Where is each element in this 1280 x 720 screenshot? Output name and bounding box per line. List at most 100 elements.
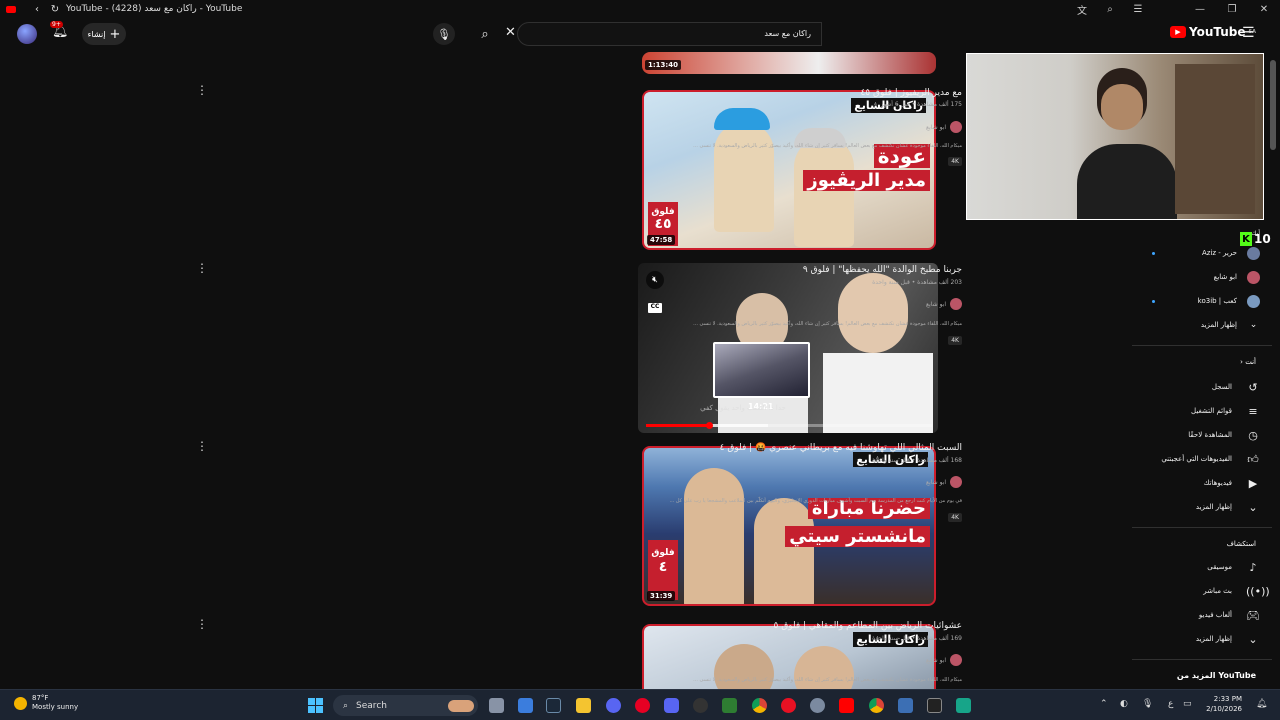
video-preview-player[interactable]: 🔇︎ CC 14:21 حدا ذا النسب واحد يقول كفي — [638, 263, 938, 433]
gaming-icon: 🎮︎ — [1246, 608, 1260, 622]
settings-icon[interactable] — [810, 698, 825, 713]
search-icon[interactable]: ⌕ — [470, 22, 500, 46]
weather-widget[interactable]: 87°F Mostly sunny — [14, 694, 78, 712]
webcam-overlay — [966, 53, 1264, 220]
app-green-icon[interactable] — [722, 698, 737, 713]
channel-avatar — [950, 476, 962, 488]
clear-search-icon[interactable]: ✕ — [505, 25, 516, 40]
channel-link[interactable]: ابو شابع — [926, 476, 962, 488]
youtube-app-icon[interactable] — [839, 698, 854, 713]
widgets-icon[interactable] — [518, 698, 533, 713]
input-language[interactable]: ع — [1168, 699, 1173, 709]
divider — [1132, 659, 1272, 660]
video-meta: 168 ألف مشاهدة • قبل سنة واحدة — [872, 457, 962, 464]
chevron-down-icon: ⌄ — [1249, 320, 1258, 330]
menu-icon[interactable]: ☰ — [1122, 0, 1154, 18]
sidebar-item-explore-more[interactable]: إظهار المزيد ⌄ — [1140, 628, 1260, 650]
refresh-icon[interactable]: ↻ — [48, 2, 62, 16]
github-icon[interactable] — [693, 698, 708, 713]
maximize-button[interactable]: ❐ — [1216, 0, 1248, 18]
chrome-icon[interactable] — [752, 698, 767, 713]
sidebar-item-history[interactable]: السجل ↺ — [1140, 376, 1260, 398]
pinterest-icon[interactable] — [635, 698, 650, 713]
avatar[interactable] — [17, 24, 37, 44]
sidebar-item-show-more[interactable]: إظهار المزيد ⌄ — [1140, 496, 1260, 518]
progress-track[interactable] — [646, 422, 932, 429]
sidebar-item-playlists[interactable]: قوائم التشغيل ≡ — [1140, 400, 1260, 422]
video-title[interactable]: مع مدير الريفيوز | فلوق ٤٥ — [860, 88, 962, 98]
video-title[interactable]: عشوائيات الرياض بين المطاعم والمقاهي | ف… — [774, 621, 962, 631]
windows-start-icon[interactable] — [308, 698, 323, 713]
divider — [1132, 345, 1272, 346]
channel-link[interactable]: ابو شابع — [926, 121, 962, 133]
vpn-shield-icon[interactable] — [898, 698, 913, 713]
channel-link[interactable]: ابو شابع — [926, 654, 962, 666]
divider — [1132, 527, 1272, 528]
playlist-icon: ≡ — [1248, 404, 1258, 418]
video-title[interactable]: السبت المثالي اللي تهاوشنا فيه مع بريطان… — [720, 443, 962, 453]
epic-games-icon[interactable] — [927, 698, 942, 713]
chrome-alt-icon[interactable] — [869, 698, 884, 713]
sidebar-item-your-videos[interactable]: فيديوهاتك ▶ — [1140, 472, 1260, 494]
tray-mic-icon[interactable]: 🎙︎ — [1142, 699, 1153, 709]
taskbar-clock[interactable]: 2:33 PM 2/10/2026 — [1200, 694, 1242, 714]
youtube-play-icon: ▶ — [1170, 26, 1186, 38]
sidebar-item-live[interactable]: بث مباشر ((•)) — [1140, 580, 1269, 602]
create-button[interactable]: إنشاء + — [82, 23, 126, 45]
channel-avatar — [1247, 246, 1260, 260]
sidebar-item-watch-later[interactable]: المشاهدة لاحقًا ◷ — [1140, 424, 1260, 446]
video-description: ميكام الله، اللقاء موجودة عشان نكتشف مع … — [693, 321, 962, 327]
progress-buffer — [710, 424, 768, 427]
discord-icon[interactable] — [606, 698, 621, 713]
new-content-dot — [1152, 251, 1155, 255]
sun-icon — [14, 696, 27, 710]
media-player-icon[interactable] — [781, 698, 796, 713]
file-explorer-icon[interactable] — [576, 698, 591, 713]
captions-icon[interactable]: CC — [648, 303, 662, 313]
progress-fill — [646, 424, 710, 427]
back-icon[interactable]: ‹ — [30, 2, 44, 16]
notifications-bell-icon[interactable]: 🔔︎ 9+ — [50, 21, 69, 39]
browser-titlebar: ‹ ↻ YouTube - (4228) راكان مع سعد - YouT… — [0, 0, 1280, 18]
more-actions-icon[interactable]: ⋮ — [196, 439, 208, 453]
more-actions-icon[interactable]: ⋮ — [196, 261, 208, 275]
close-button[interactable]: ✕ — [1248, 0, 1280, 18]
scrollbar[interactable] — [1270, 60, 1276, 150]
task-view-icon[interactable] — [489, 698, 504, 713]
video-description: ميكام الله، اللقاء موجودة عشان نكتشف مع … — [693, 677, 962, 683]
xbox-app-icon[interactable] — [956, 698, 971, 713]
subscription-item[interactable]: ko3ib | كعب — [1140, 290, 1260, 312]
network-icon[interactable]: ▭ — [1183, 699, 1192, 709]
guide-menu-icon[interactable]: ☰ — [1242, 25, 1255, 41]
discord-alt-icon[interactable] — [664, 698, 679, 713]
steam-icon[interactable] — [546, 698, 561, 713]
tray-app-icon[interactable]: ◐ — [1120, 699, 1128, 709]
taskbar-search[interactable]: ⌕ Search — [333, 695, 478, 716]
more-actions-icon[interactable]: ⋮ — [196, 83, 208, 97]
video-thumbnail-prev[interactable]: 1:13:40 — [642, 52, 936, 74]
video-thumbnail[interactable]: راكان الشايع عودة مدير الريڤيوز فلوق ٤٥ 4… — [642, 90, 936, 250]
subscription-item[interactable]: ابو شابع — [1140, 266, 1260, 288]
more-actions-icon[interactable]: ⋮ — [196, 617, 208, 631]
search-icon: ⌕ — [343, 700, 349, 711]
subscription-item[interactable]: Aziz - حرير — [1140, 242, 1260, 264]
mute-icon[interactable]: 🔇︎ — [646, 271, 664, 289]
tray-chevron-icon[interactable]: ⌃ — [1100, 699, 1108, 709]
channel-link[interactable]: ابو شابع — [926, 298, 962, 310]
thumb-up-icon: 👍︎ — [1247, 452, 1259, 466]
show-more-subscriptions[interactable]: إظهار المزيد ⌄ — [1140, 314, 1260, 336]
window-title: YouTube - (4228) راكان مع سعد - YouTube — [66, 4, 243, 14]
search-input[interactable]: راكان مع سعد — [517, 22, 822, 46]
progress-scrubber[interactable] — [706, 422, 713, 429]
sidebar-item-music[interactable]: موسيقى ♪ — [1140, 556, 1260, 578]
you-section-heading[interactable]: › أنت — [1140, 358, 1256, 366]
sidebar-item-liked[interactable]: الفيديوهات التي أعجبتني 👍︎ — [1140, 448, 1260, 470]
notification-center-icon[interactable]: 🔔︎ — [1256, 699, 1267, 709]
search-highlight-icon — [448, 699, 474, 712]
video-thumbnail[interactable]: راكان الشايع حضرنا مباراة مانشستر سيتي ف… — [642, 446, 936, 606]
mic-icon[interactable]: 🎙︎ — [433, 23, 455, 45]
sidebar-item-gaming[interactable]: ألعاب فيديو 🎮︎ — [1140, 604, 1260, 626]
minimize-button[interactable]: — — [1184, 0, 1216, 18]
caption-text: حدا ذا النسب واحد يقول كفي — [700, 404, 786, 412]
video-title[interactable]: جربنا مطبخ الوالدة "الله يحفظها" | فلوق … — [803, 265, 962, 275]
